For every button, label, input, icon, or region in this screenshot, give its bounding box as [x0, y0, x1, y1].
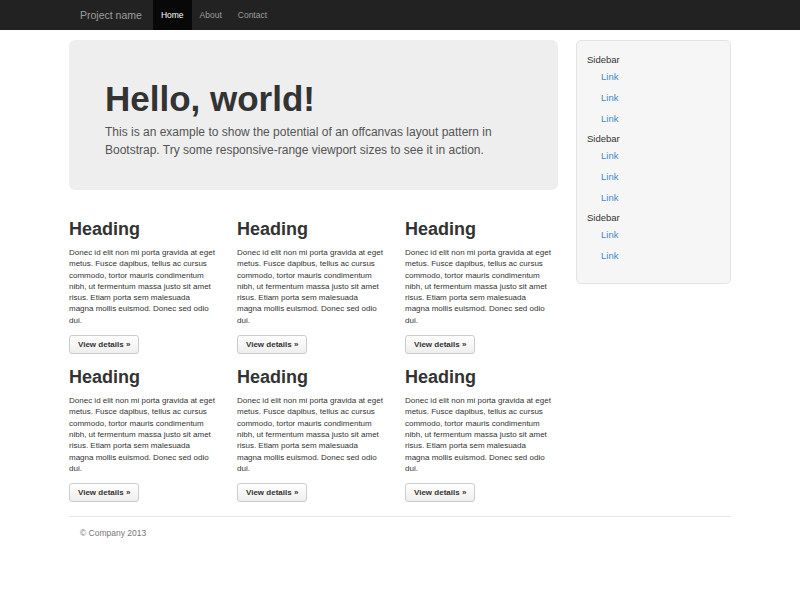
view-details-button[interactable]: View details »: [69, 335, 139, 354]
view-details-button[interactable]: View details »: [237, 335, 307, 354]
cards-row-1: Heading Donec id elit non mi porta gravi…: [69, 219, 558, 354]
nav-link-home[interactable]: Home: [153, 0, 192, 30]
sidebar-link[interactable]: Link: [577, 187, 730, 208]
jumbotron-title: Hello, world!: [105, 80, 522, 118]
jumbotron: Hello, world! This is an example to show…: [69, 40, 558, 190]
card: Heading Donec id elit non mi porta gravi…: [237, 367, 384, 502]
card-body: Donec id elit non mi porta gravida at eg…: [69, 247, 216, 326]
sidebar-link[interactable]: Link: [577, 66, 730, 87]
card: Heading Donec id elit non mi porta gravi…: [405, 367, 552, 502]
card-body: Donec id elit non mi porta gravida at eg…: [237, 247, 384, 326]
copyright-text: © Company 2013: [69, 528, 731, 539]
view-details-button[interactable]: View details »: [237, 483, 307, 502]
main-content: Hello, world! This is an example to show…: [69, 40, 558, 502]
card-body: Donec id elit non mi porta gravida at eg…: [405, 395, 552, 474]
view-details-button[interactable]: View details »: [405, 483, 475, 502]
nav-link-contact[interactable]: Contact: [230, 0, 275, 30]
sidebar-heading: Sidebar: [577, 129, 730, 145]
nav-item-contact: Contact: [230, 0, 275, 30]
navbar: Project name Home About Contact: [0, 0, 800, 30]
cards-row-2: Heading Donec id elit non mi porta gravi…: [69, 367, 558, 502]
card-body: Donec id elit non mi porta gravida at eg…: [405, 247, 552, 326]
nav-item-home: Home: [153, 0, 192, 30]
card: Heading Donec id elit non mi porta gravi…: [237, 219, 384, 354]
sidebar-heading: Sidebar: [577, 208, 730, 224]
view-details-button[interactable]: View details »: [69, 483, 139, 502]
nav-item-about: About: [192, 0, 230, 30]
footer-divider: [69, 516, 731, 517]
nav-link-about[interactable]: About: [192, 0, 230, 30]
card: Heading Donec id elit non mi porta gravi…: [69, 367, 216, 502]
sidebar-link[interactable]: Link: [577, 145, 730, 166]
jumbotron-description: This is an example to show the potential…: [105, 123, 522, 159]
card-body: Donec id elit non mi porta gravida at eg…: [69, 395, 216, 474]
view-details-button[interactable]: View details »: [405, 335, 475, 354]
sidebar-link[interactable]: Link: [577, 108, 730, 129]
sidebar-link[interactable]: Link: [577, 166, 730, 187]
navbar-brand[interactable]: Project name: [69, 0, 153, 30]
card-title: Heading: [237, 219, 384, 239]
card-title: Heading: [69, 219, 216, 239]
navbar-menu: Home About Contact: [153, 0, 275, 30]
sidebar-heading: Sidebar: [577, 50, 730, 66]
card-title: Heading: [69, 367, 216, 387]
card-title: Heading: [237, 367, 384, 387]
sidebar-link[interactable]: Link: [577, 245, 730, 266]
card-body: Donec id elit non mi porta gravida at eg…: [237, 395, 384, 474]
sidebar-link[interactable]: Link: [577, 224, 730, 245]
card-title: Heading: [405, 367, 552, 387]
card-title: Heading: [405, 219, 552, 239]
sidebar: Sidebar Link Link Link Sidebar Link Link…: [576, 40, 731, 284]
card: Heading Donec id elit non mi porta gravi…: [69, 219, 216, 354]
card: Heading Donec id elit non mi porta gravi…: [405, 219, 552, 354]
sidebar-link[interactable]: Link: [577, 87, 730, 108]
